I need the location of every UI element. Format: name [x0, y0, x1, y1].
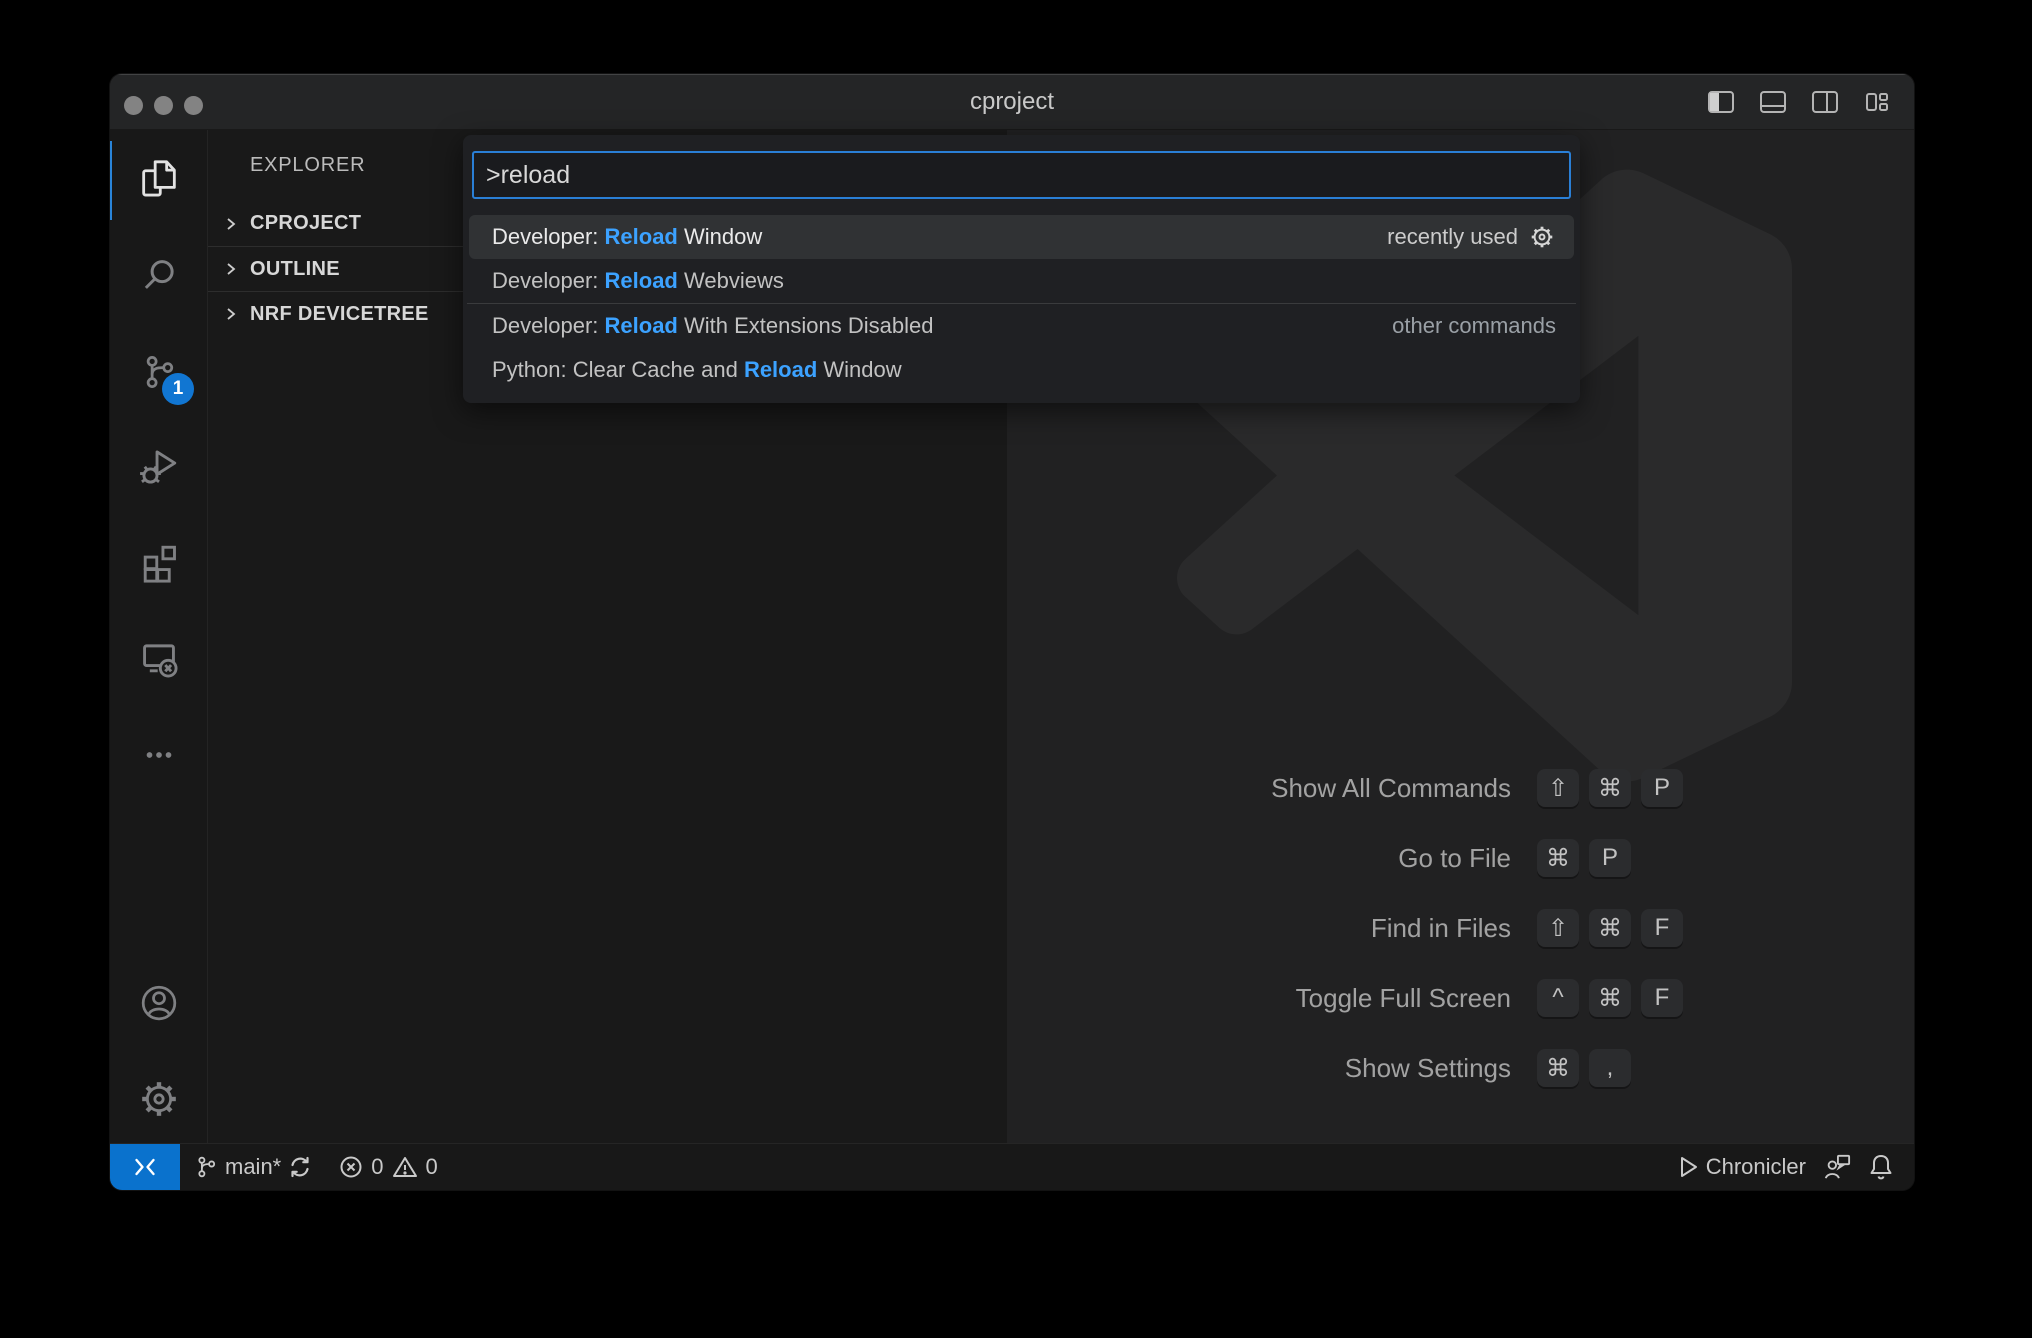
chronicler-item[interactable]: Chronicler	[1677, 1154, 1806, 1180]
toggle-panel-icon[interactable]	[1758, 87, 1788, 117]
key-f: F	[1641, 909, 1683, 947]
key-cmd: ⌘	[1537, 839, 1579, 877]
shortcut-label: Go to File	[1398, 839, 1511, 877]
shortcut-label: Toggle Full Screen	[1296, 979, 1511, 1017]
window-title: cproject	[110, 74, 1914, 130]
command-input[interactable]: >reload	[472, 151, 1571, 199]
key-comma: ,	[1589, 1049, 1631, 1087]
shortcut-label: Show Settings	[1345, 1049, 1511, 1087]
status-bar: main* 0 0	[110, 1143, 1914, 1190]
explorer-icon[interactable]	[110, 133, 208, 228]
configure-keybinding-gear-icon[interactable]	[1528, 223, 1556, 251]
problems-item[interactable]: 0 0	[338, 1154, 438, 1180]
key-cmd: ⌘	[1589, 769, 1631, 807]
feedback-icon[interactable]	[1822, 1153, 1852, 1181]
key-cmd: ⌘	[1589, 909, 1631, 947]
key-shift: ⇧	[1537, 909, 1579, 947]
shortcut-label: Find in Files	[1371, 909, 1511, 947]
settings-gear-icon[interactable]	[110, 1051, 208, 1146]
toggle-secondary-sidebar-icon[interactable]	[1810, 87, 1840, 117]
more-views-icon[interactable]	[110, 707, 208, 802]
scm-badge: 1	[162, 373, 194, 405]
source-control-icon[interactable]: 1	[110, 324, 208, 419]
search-icon[interactable]	[110, 228, 208, 323]
vscode-window: cproject	[110, 74, 1914, 1190]
palette-row-reload-window[interactable]: Developer: Reload Window recently used	[469, 215, 1574, 259]
toggle-sidebar-icon[interactable]	[1706, 87, 1736, 117]
extensions-icon[interactable]	[110, 515, 208, 610]
palette-row-reload-webviews[interactable]: Developer: Reload Webviews	[469, 259, 1574, 303]
run-debug-icon[interactable]	[110, 419, 208, 514]
key-p: P	[1641, 769, 1683, 807]
titlebar: cproject	[110, 74, 1914, 130]
key-shift: ⇧	[1537, 769, 1579, 807]
warning-count: 0	[426, 1154, 438, 1180]
error-count: 0	[371, 1154, 383, 1180]
remote-explorer-icon[interactable]	[110, 611, 208, 706]
key-p: P	[1589, 839, 1631, 877]
key-cmd: ⌘	[1589, 979, 1631, 1017]
palette-row-reload-extensions-disabled[interactable]: Developer: Reload With Extensions Disabl…	[469, 304, 1574, 348]
account-icon[interactable]	[110, 955, 208, 1050]
key-cmd: ⌘	[1537, 1049, 1579, 1087]
palette-row-python-clear-cache[interactable]: Python: Clear Cache and Reload Window	[469, 348, 1574, 392]
customize-layout-icon[interactable]	[1862, 87, 1892, 117]
notifications-bell-icon[interactable]	[1868, 1153, 1894, 1181]
shortcut-label: Show All Commands	[1271, 769, 1511, 807]
key-ctrl: ^	[1537, 979, 1579, 1017]
activity-bar: 1	[110, 130, 208, 1143]
command-palette: >reload Developer: Reload Window recentl…	[463, 135, 1580, 403]
recently-used-label: recently used	[1387, 224, 1518, 250]
git-branch-item[interactable]: main*	[194, 1154, 312, 1180]
key-f: F	[1641, 979, 1683, 1017]
remote-indicator[interactable]	[110, 1144, 180, 1190]
other-commands-label: other commands	[1392, 313, 1556, 339]
